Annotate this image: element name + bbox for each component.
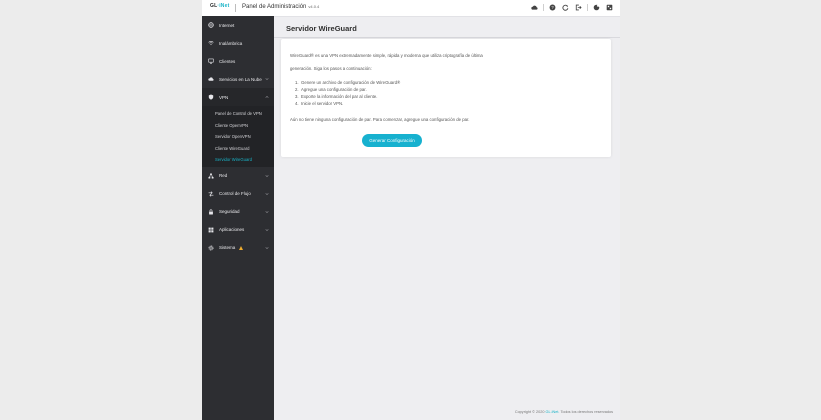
- cloud-icon[interactable]: [530, 3, 539, 12]
- intro-line: generación. Siga los pasos a continuació…: [290, 66, 372, 71]
- logout-icon[interactable]: [574, 3, 583, 12]
- chevron-down-icon: [265, 77, 269, 81]
- sidebar-item-label: Control de Flujo: [219, 191, 251, 196]
- intro-text: WireGuard® es una VPN extremadamente sim…: [290, 49, 510, 75]
- sidebar-item-label: Seguridad: [219, 209, 240, 214]
- gear-icon: [208, 245, 214, 251]
- sidebar-item-label: Inalámbrica: [219, 40, 243, 46]
- sidebar-item-label: Servicios en La Nube: [219, 76, 262, 82]
- generate-configuration-button[interactable]: Generar Configuración: [362, 134, 422, 147]
- step-item: 1. Genere un archivo de configuración de …: [295, 80, 401, 85]
- flow-icon: [208, 190, 214, 197]
- intro-line: WireGuard® es una VPN extremadamente sim…: [290, 53, 483, 58]
- step-item: 2. Agregue una configuración de par.: [295, 87, 367, 92]
- vpn-submenu: Panel de Control de VPN Cliente OpenVPN …: [202, 106, 274, 167]
- sidebar-item-flow-control[interactable]: Control de Flujo: [202, 185, 274, 203]
- monitor-icon: [208, 58, 214, 64]
- sidebar-subitem-wireguard-client[interactable]: Cliente WireGuard: [202, 143, 274, 155]
- theme-icon[interactable]: [592, 3, 601, 12]
- top-bar: GL·iNet Panel de Administración v4.0.4 ?: [202, 0, 620, 17]
- main-content: Servidor WireGuard WireGuard® es una VPN…: [274, 16, 620, 420]
- app-version: v4.0.4: [308, 4, 320, 9]
- chevron-down-icon: [265, 192, 269, 196]
- page-title: Servidor WireGuard: [286, 24, 357, 33]
- sidebar-item-vpn[interactable]: VPN: [202, 88, 274, 106]
- chevron-down-icon: [265, 228, 269, 232]
- sidebar-item-label: Internet: [219, 22, 235, 28]
- sidebar-item-label: Clientes: [219, 58, 236, 64]
- lock-icon: [208, 208, 214, 215]
- sidebar: Internet Inalámbrica Clientes Servicios …: [202, 16, 274, 420]
- sidebar-item-label: Aplicaciones: [219, 227, 245, 232]
- app-window: GL·iNet Panel de Administración v4.0.4 ? …: [202, 0, 620, 420]
- sidebar-item-network[interactable]: Red: [202, 167, 274, 185]
- sidebar-item-label: Sistema: [219, 245, 236, 250]
- sidebar-item-internet[interactable]: Internet: [202, 16, 274, 34]
- copyright-footer: Copyright © 2020 GL.iNet. Todos los dere…: [514, 410, 613, 414]
- chevron-down-icon: [265, 210, 269, 214]
- sidebar-item-cloud-services[interactable]: Servicios en La Nube: [202, 70, 274, 88]
- sidebar-subitem-vpn-dashboard[interactable]: Panel de Control de VPN: [202, 108, 274, 120]
- logo-divider: [235, 4, 236, 12]
- chevron-down-icon: [265, 246, 269, 250]
- sidebar-item-security[interactable]: Seguridad: [202, 203, 274, 221]
- chevron-down-icon: [265, 174, 269, 178]
- sidebar-subitem-openvpn-client[interactable]: Cliente OpenVPN: [202, 120, 274, 132]
- toolbar-divider: [587, 4, 588, 11]
- step-item: 3. Exporte la información del par al clie…: [295, 94, 378, 99]
- sidebar-item-system[interactable]: Sistema: [202, 239, 274, 257]
- cloud-icon: [208, 76, 214, 82]
- reboot-icon[interactable]: [561, 3, 570, 12]
- help-icon[interactable]: ?: [548, 3, 557, 12]
- title-divider: [274, 37, 620, 38]
- sidebar-subitem-openvpn-server[interactable]: Servidor OpenVPN: [202, 131, 274, 143]
- toolbar-divider: [543, 4, 544, 11]
- network-icon: [208, 172, 214, 179]
- chevron-up-icon: [265, 95, 269, 99]
- sidebar-item-applications[interactable]: Aplicaciones: [202, 221, 274, 239]
- step-item: 4. Inicie el servidor VPN.: [295, 101, 344, 106]
- header-toolbar: ?: [526, 3, 614, 12]
- app-title: Panel de Administración v4.0.4: [242, 4, 320, 10]
- sidebar-item-label: VPN: [219, 94, 229, 100]
- shield-icon: [208, 94, 214, 100]
- brand-logo[interactable]: GL·iNet: [210, 3, 229, 9]
- globe-icon: [208, 22, 214, 28]
- sidebar-item-wireless[interactable]: Inalámbrica: [202, 34, 274, 52]
- wifi-icon: [208, 40, 214, 46]
- empty-peers-note: Aún no tiene ninguna configuración de pa…: [290, 117, 470, 122]
- warning-icon: [239, 245, 244, 250]
- setup-steps: 1. Genere un archivo de configuración de …: [295, 79, 400, 107]
- sidebar-subitem-wireguard-server[interactable]: Servidor WireGuard: [202, 154, 274, 166]
- sidebar-item-label: Red: [219, 173, 228, 178]
- gl-inet-link[interactable]: GL.iNet.: [546, 410, 560, 414]
- wireguard-server-card: WireGuard® es una VPN extremadamente sim…: [281, 39, 611, 157]
- apps-icon: [208, 227, 214, 233]
- sidebar-item-clients[interactable]: Clientes: [202, 52, 274, 70]
- language-icon[interactable]: [605, 3, 614, 12]
